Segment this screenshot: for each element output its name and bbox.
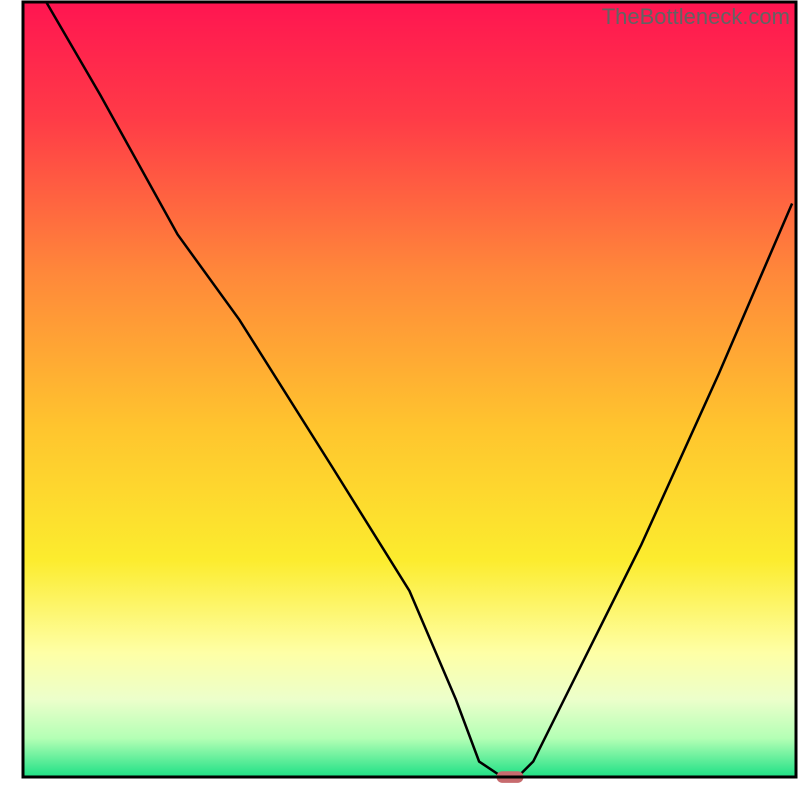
chart-svg <box>0 0 800 800</box>
bottleneck-chart: TheBottleneck.com <box>0 0 800 800</box>
plot-background <box>23 2 796 777</box>
watermark-text: TheBottleneck.com <box>602 4 790 30</box>
